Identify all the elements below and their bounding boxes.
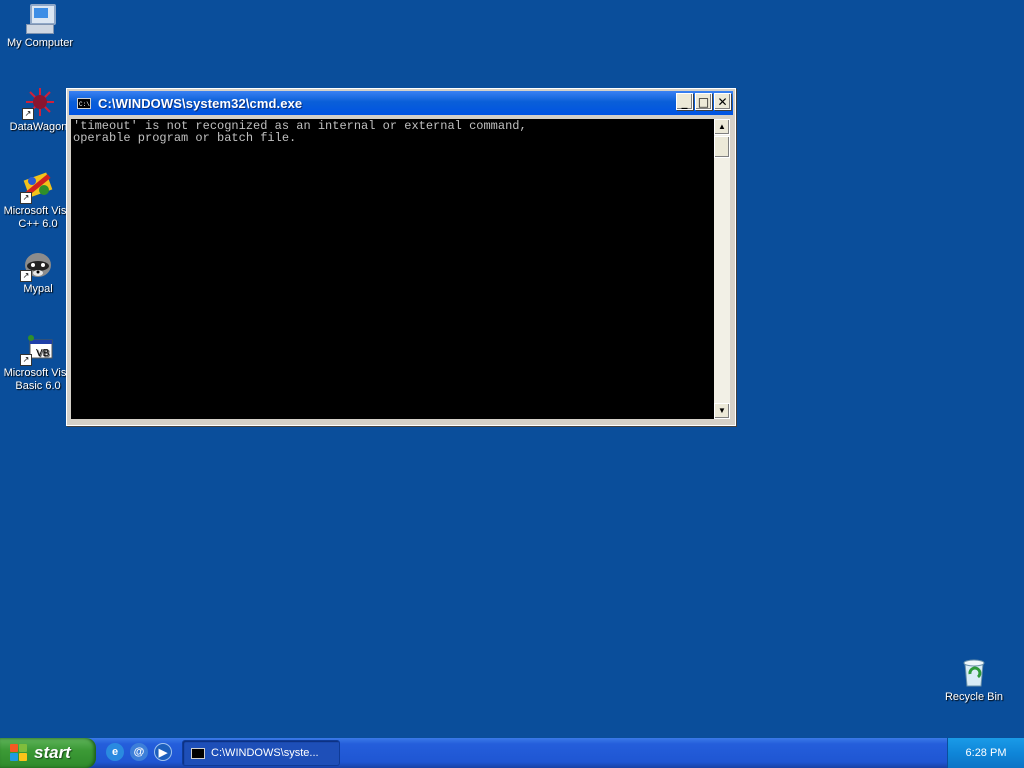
shortcut-arrow-icon: ↗ bbox=[20, 354, 32, 366]
mypal-raccoon-icon: ↗ bbox=[20, 248, 54, 282]
scroll-down-button[interactable]: ▼ bbox=[714, 403, 730, 419]
window-titlebar[interactable]: C:\ C:\WINDOWS\system32\cmd.exe _ □ ✕ bbox=[69, 91, 733, 115]
scroll-up-button[interactable]: ▲ bbox=[714, 119, 730, 135]
system-tray: 6:28 PM bbox=[947, 738, 1024, 768]
taskbar: start e @ ▶ C:\WINDOWS\syste... 6:28 PM bbox=[0, 738, 1024, 768]
visual-cpp-icon: ↗ bbox=[20, 170, 54, 204]
datawagon-icon: ↗ bbox=[22, 86, 56, 120]
start-button[interactable]: start bbox=[0, 738, 96, 768]
window-title: C:\WINDOWS\system32\cmd.exe bbox=[98, 95, 303, 111]
internet-explorer-icon[interactable]: e bbox=[106, 743, 124, 761]
shortcut-arrow-icon: ↗ bbox=[20, 270, 32, 282]
shortcut-arrow-icon: ↗ bbox=[22, 108, 34, 120]
svg-text:VB: VB bbox=[36, 348, 50, 359]
recycle-bin-icon bbox=[958, 656, 990, 688]
cmd-app-icon bbox=[191, 747, 205, 759]
computer-icon bbox=[24, 2, 56, 34]
close-button[interactable]: ✕ bbox=[714, 93, 731, 110]
taskbar-item-cmd[interactable]: C:\WINDOWS\syste... bbox=[182, 740, 340, 766]
outlook-express-icon[interactable]: @ bbox=[130, 743, 148, 761]
console-output[interactable]: 'timeout' is not recognized as an intern… bbox=[71, 119, 714, 419]
media-player-icon[interactable]: ▶ bbox=[154, 743, 172, 761]
console-line: operable program or batch file. bbox=[73, 131, 297, 145]
desktop-icon-label: My Computer bbox=[6, 37, 74, 49]
visual-basic-icon: VB ↗ bbox=[20, 332, 54, 366]
quick-launch: e @ ▶ bbox=[106, 743, 172, 761]
maximize-button[interactable]: □ bbox=[695, 93, 712, 110]
clock[interactable]: 6:28 PM bbox=[966, 747, 1007, 759]
minimize-button[interactable]: _ bbox=[676, 93, 693, 110]
desktop-icon-my-computer[interactable]: My Computer bbox=[0, 2, 80, 50]
shortcut-arrow-icon: ↗ bbox=[20, 192, 32, 204]
cmd-app-icon: C:\ bbox=[77, 97, 91, 109]
start-label: start bbox=[34, 743, 71, 762]
desktop-icon-recycle-bin[interactable]: Recycle Bin bbox=[934, 656, 1014, 704]
scroll-thumb[interactable] bbox=[714, 136, 730, 158]
taskbar-item-label: C:\WINDOWS\syste... bbox=[211, 747, 319, 759]
vertical-scrollbar[interactable]: ▲ ▼ bbox=[714, 119, 730, 419]
desktop-icon-label: Recycle Bin bbox=[944, 691, 1004, 703]
windows-logo-icon bbox=[10, 744, 28, 762]
desktop: My Computer ↗ DataWagon. ↗ Microsoft Vis… bbox=[0, 0, 1024, 738]
cmd-window[interactable]: C:\ C:\WINDOWS\system32\cmd.exe _ □ ✕ 't… bbox=[66, 88, 736, 426]
